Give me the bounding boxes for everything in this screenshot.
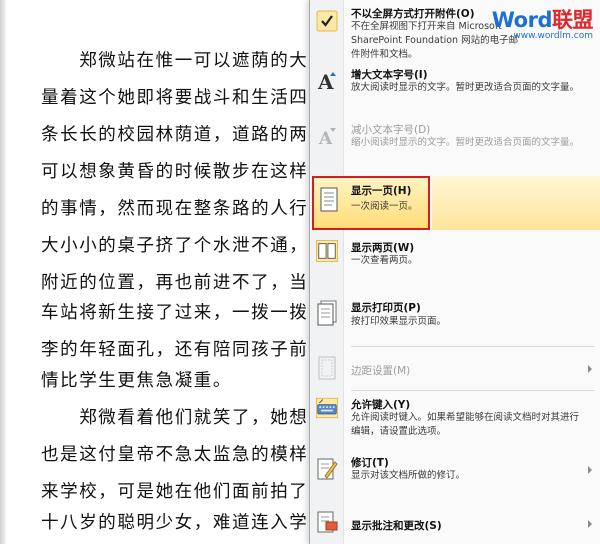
two-pages-icon <box>316 238 338 264</box>
printed-page-icon <box>316 300 338 326</box>
document-line: 车站将新生接了过来，一拨一拨的 <box>41 303 328 323</box>
menu-item-description: 一次阅读一页。 <box>351 201 418 212</box>
menu-item-title: 显示打印页(P) <box>351 302 421 314</box>
svg-text:A: A <box>317 70 334 94</box>
menu-item-show-comments[interactable]: 显示批注和更改(S) <box>310 500 600 544</box>
menu-item-title: 修订(T) <box>351 457 389 469</box>
menu-item-title: 减小文本字号(D) <box>351 124 431 136</box>
menu-item-increase-font[interactable]: A 增大文本字号(I) 放大阅读时显示的文字。暂时更改适合页面的文字量。 <box>310 60 600 118</box>
one-page-icon <box>318 187 340 213</box>
document-line: 也是这付皇帝不急太监急的模样吧 <box>41 445 328 465</box>
menu-item-allow-typing[interactable]: 允许键入(Y) 允许阅读时键入。如果希望能够在阅读文档时对其进行编辑，请设置此选… <box>310 394 600 448</box>
document-line: 可以想象黄昏的时候散步在这样一 <box>41 162 328 182</box>
submenu-arrow-icon <box>588 466 592 474</box>
document-line: 十八岁的聪明少女，难道连入学报 <box>41 513 328 533</box>
checkmark-icon <box>316 8 338 34</box>
menu-item-description: 一次查看两页。 <box>351 255 418 266</box>
document-line: 李的年轻面孔，还有陪同孩子前来 <box>41 340 328 360</box>
menu-item-title: 不以全屏方式打开附件(O) <box>351 8 475 20</box>
menu-item-margin-settings[interactable]: 边距设置(M) <box>310 350 600 388</box>
submenu-arrow-icon <box>588 520 592 528</box>
menu-item-decrease-font[interactable]: A 减小文本字号(D) 缩小阅读时显示的文字。暂时更改适合页面的文字量。 <box>310 118 600 174</box>
document-line: 条长长的校园林荫道，道路的两边是 <box>41 125 347 145</box>
keyboard-icon <box>316 395 338 421</box>
menu-item-title: 边距设置(M) <box>351 365 411 377</box>
menu-item-description: 放大阅读时显示的文字。暂时更改适合页面的文字量。 <box>351 82 580 93</box>
document-line: 大小小的桌子挤了个水泄不通，不 <box>41 236 328 256</box>
menu-separator <box>351 346 595 347</box>
document-line: 附近的位置，再也前进不了，当然 <box>41 273 328 293</box>
watermark-brand-word: Word <box>491 8 553 32</box>
margin-settings-icon <box>316 355 338 381</box>
menu-item-title: 增大文本字号(I) <box>351 69 428 81</box>
document-line: 的事情，然而现在整条路的人行道 <box>41 199 328 219</box>
menu-item-title: 显示批注和更改(S) <box>351 520 442 532</box>
menu-item-description: 按打印效果显示页面。 <box>351 316 447 327</box>
menu-item-description: 显示对该文档所做的修订。 <box>351 470 466 481</box>
menu-item-title: 显示两页(W) <box>351 242 415 254</box>
svg-text:A: A <box>318 129 333 149</box>
view-options-menu: 不以全屏方式打开附件(O) 不在全屏视图下打开来自 Microsoft Shar… <box>309 0 600 544</box>
menu-item-track-changes[interactable]: 修订(T) 显示对该文档所做的修订。 <box>310 450 600 498</box>
comments-icon <box>316 509 338 535</box>
menu-item-show-printed-page[interactable]: 显示打印页(P) 按打印效果显示页面。 <box>310 294 600 344</box>
menu-item-title: 显示一页(H) <box>351 185 412 197</box>
menu-item-show-one-page[interactable]: 显示一页(H) 一次阅读一页。 <box>312 176 430 230</box>
menu-item-title: 允许键入(Y) <box>351 399 411 411</box>
page-edge-shadow <box>0 0 6 544</box>
menu-separator <box>351 390 595 391</box>
track-changes-icon <box>316 456 338 482</box>
menu-item-show-two-pages[interactable]: 显示两页(W) 一次查看两页。 <box>310 236 600 292</box>
menu-item-hover-highlight <box>432 176 600 230</box>
menu-item-description: 缩小阅读时显示的文字。暂时更改适合页面的文字量。 <box>351 137 580 148</box>
increase-font-icon: A <box>316 68 338 94</box>
document-line: 郑微站在惟一可以遮荫的大树 <box>41 51 328 71</box>
menu-item-description: 允许阅读时键入。如果希望能够在阅读文档时对其进行编辑，请设置此选项。 <box>351 412 580 437</box>
document-line: 情比学生更焦急凝重。 <box>41 371 232 391</box>
site-watermark: Word联盟 www.wordlm.com <box>491 4 594 41</box>
decrease-font-icon: A <box>316 123 338 149</box>
document-line: 来学校，可是她在他们面前拍了胸脯 <box>41 482 347 502</box>
watermark-brand-lm: 联盟 <box>552 8 594 32</box>
document-line: 量着这个她即将要战斗和生活四年 <box>41 88 328 108</box>
submenu-arrow-icon <box>588 365 592 373</box>
document-line: 郑微看着他们就笑了，她想， <box>41 408 328 428</box>
